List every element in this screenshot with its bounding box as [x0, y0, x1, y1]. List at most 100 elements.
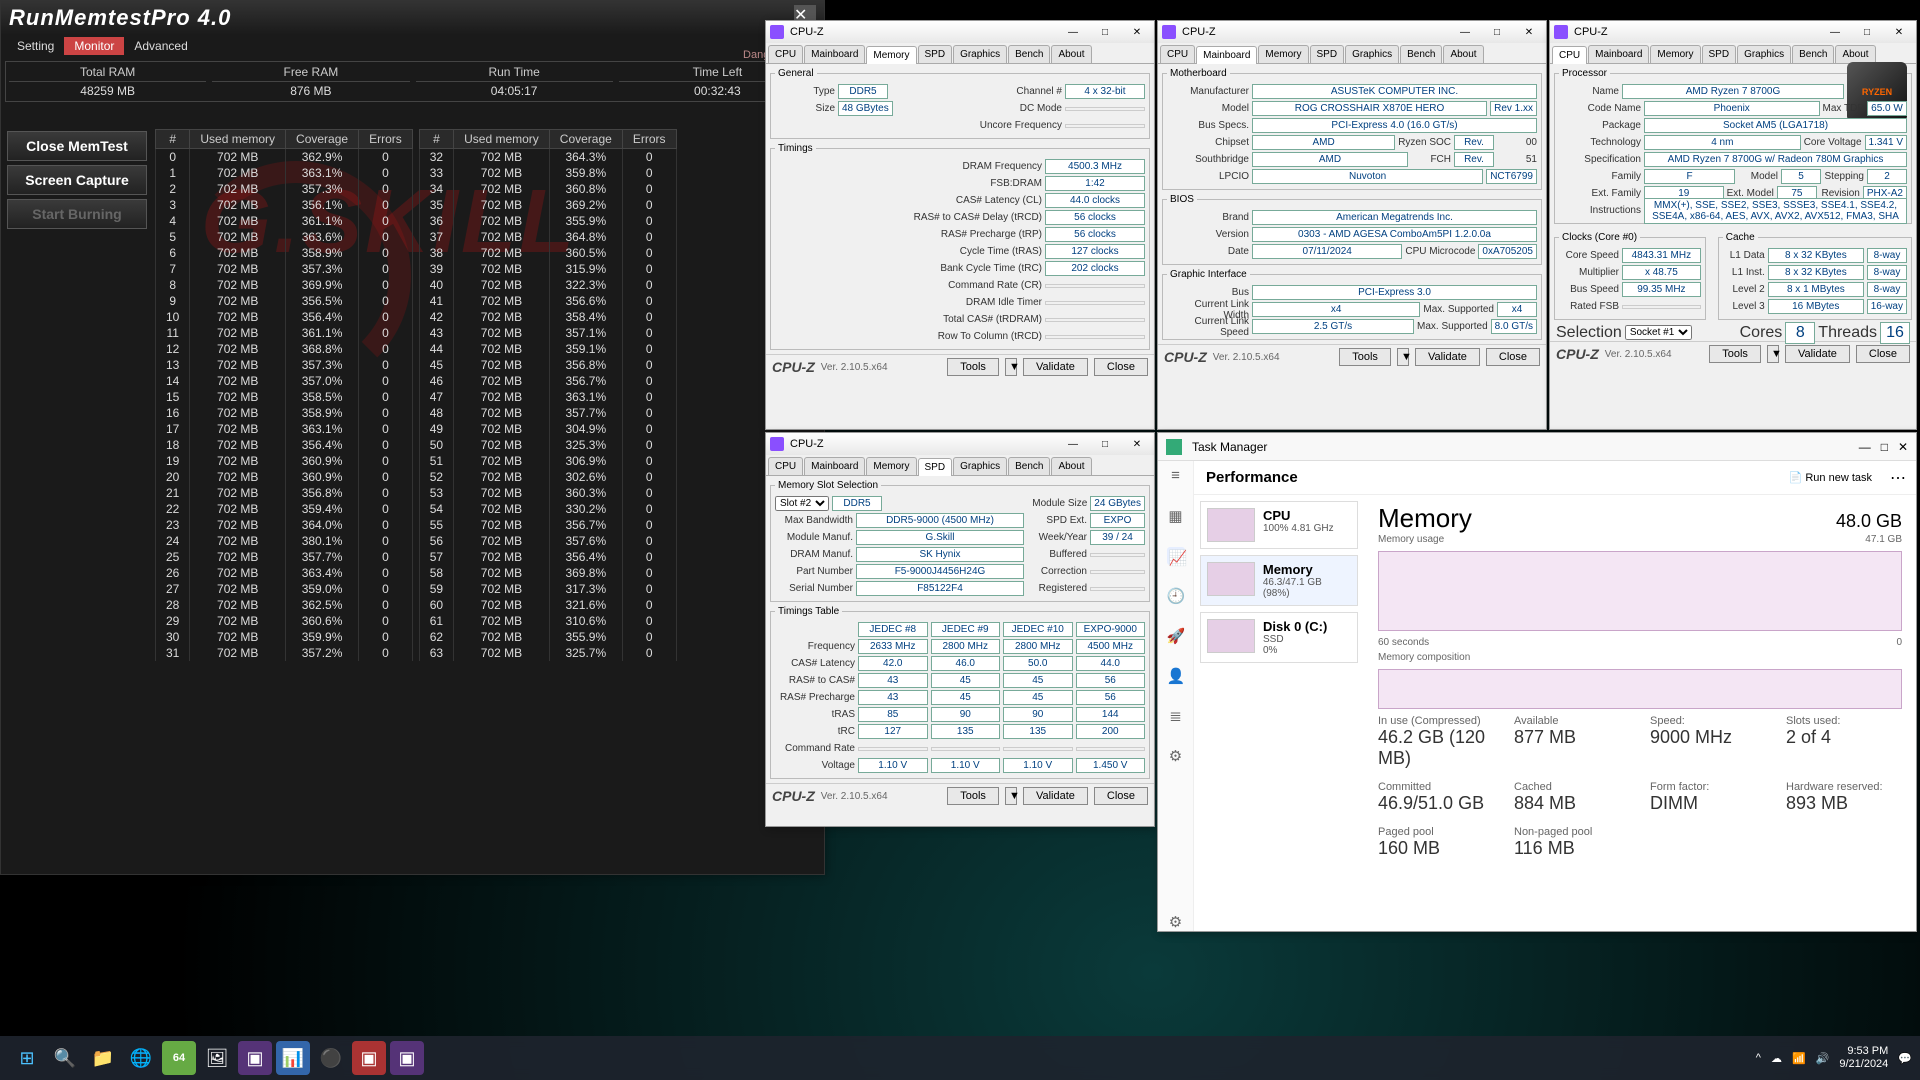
tab-bench[interactable]: Bench — [1400, 45, 1442, 63]
close-button[interactable]: Close — [1094, 787, 1148, 805]
tab-graphics[interactable]: Graphics — [1345, 45, 1399, 63]
titlebar[interactable]: CPU-Z — □ ✕ — [1550, 21, 1916, 43]
more-icon[interactable]: ⋯ — [1880, 464, 1916, 492]
tab-mainboard[interactable]: Mainboard — [804, 457, 865, 475]
tm-card-disk-0--c--[interactable]: Disk 0 (C:)SSD0% — [1200, 612, 1358, 663]
explorer-icon[interactable]: 📁 — [86, 1041, 120, 1075]
tools-dropdown-icon[interactable]: ▼ — [1767, 345, 1779, 363]
tab-mainboard[interactable]: Mainboard — [1588, 45, 1649, 63]
tab-spd[interactable]: SPD — [918, 45, 953, 63]
menu-setting[interactable]: Setting — [7, 37, 64, 55]
validate-button[interactable]: Validate — [1023, 787, 1088, 805]
minimize-icon[interactable]: — — [1060, 435, 1086, 453]
maximize-icon[interactable]: □ — [1092, 23, 1118, 41]
maximize-icon[interactable]: □ — [1484, 23, 1510, 41]
close-button[interactable]: Close — [1486, 348, 1540, 366]
titlebar[interactable]: Task Manager — □ ✕ — [1158, 433, 1916, 461]
tab-memory[interactable]: Memory — [866, 457, 916, 475]
tab-about[interactable]: About — [1835, 45, 1875, 63]
tools-button[interactable]: Tools — [947, 358, 999, 376]
tm-card-cpu[interactable]: CPU100% 4.81 GHz — [1200, 501, 1358, 549]
close-icon[interactable]: ✕ — [1516, 23, 1542, 41]
slot-select[interactable]: Slot #2 — [775, 496, 829, 511]
close-memtest-button[interactable]: Close MemTest — [7, 131, 147, 161]
validate-button[interactable]: Validate — [1023, 358, 1088, 376]
tab-memory[interactable]: Memory — [1650, 45, 1700, 63]
tools-dropdown-icon[interactable]: ▼ — [1005, 787, 1017, 805]
search-icon[interactable]: 🔍 — [48, 1041, 82, 1075]
app-icon-4[interactable]: ▣ — [390, 1041, 424, 1075]
hamburger-icon[interactable]: ≡ — [1167, 467, 1185, 485]
tm-card-memory[interactable]: Memory46.3/47.1 GB (98%) — [1200, 555, 1358, 606]
tools-dropdown-icon[interactable]: ▼ — [1005, 358, 1017, 376]
close-icon[interactable]: ✕ — [1886, 23, 1912, 41]
maximize-icon[interactable]: □ — [1881, 440, 1888, 454]
processes-icon[interactable]: ▦ — [1167, 507, 1185, 525]
startup-icon[interactable]: 🚀 — [1167, 627, 1185, 645]
socket-select[interactable]: Socket #1 — [1625, 325, 1692, 340]
tab-cpu[interactable]: CPU — [1160, 45, 1195, 63]
tab-spd[interactable]: SPD — [1310, 45, 1345, 63]
tab-spd[interactable]: SPD — [918, 458, 953, 476]
close-icon[interactable]: ✕ — [1124, 23, 1150, 41]
wifi-icon[interactable]: 📶 — [1792, 1052, 1806, 1065]
minimize-icon[interactable]: — — [1822, 23, 1848, 41]
history-icon[interactable]: 🕘 — [1167, 587, 1185, 605]
tab-mainboard[interactable]: Mainboard — [804, 45, 865, 63]
titlebar[interactable]: CPU-Z — □ ✕ — [766, 21, 1154, 43]
services-icon[interactable]: ⚙ — [1167, 747, 1185, 765]
tab-memory[interactable]: Memory — [1258, 45, 1308, 63]
tab-bench[interactable]: Bench — [1008, 457, 1050, 475]
users-icon[interactable]: 👤 — [1167, 667, 1185, 685]
close-icon[interactable]: ✕ — [1124, 435, 1150, 453]
tab-cpu[interactable]: CPU — [768, 457, 803, 475]
details-icon[interactable]: ≣ — [1167, 707, 1185, 725]
menu-advanced[interactable]: Advanced — [124, 37, 197, 55]
maximize-icon[interactable]: □ — [1092, 435, 1118, 453]
titlebar[interactable]: CPU-Z — □ ✕ — [1158, 21, 1546, 43]
tab-about[interactable]: About — [1051, 45, 1091, 63]
tab-bench[interactable]: Bench — [1792, 45, 1834, 63]
app-icon-2[interactable]: ⚫ — [314, 1041, 348, 1075]
tab-about[interactable]: About — [1443, 45, 1483, 63]
performance-icon[interactable]: 📈 — [1167, 547, 1185, 565]
aida64-icon[interactable]: 64 — [162, 1041, 196, 1075]
minimize-icon[interactable]: — — [1060, 23, 1086, 41]
hwinfo-icon[interactable]: 📊 — [276, 1041, 310, 1075]
close-icon[interactable]: ✕ — [1898, 440, 1908, 454]
clock[interactable]: 9:53 PM9/21/2024 — [1839, 1045, 1888, 1071]
onedrive-icon[interactable]: ☁ — [1771, 1052, 1782, 1065]
tab-cpu[interactable]: CPU — [1552, 46, 1587, 64]
tab-mainboard[interactable]: Mainboard — [1196, 46, 1257, 64]
tools-button[interactable]: Tools — [1339, 348, 1391, 366]
tab-bench[interactable]: Bench — [1008, 45, 1050, 63]
screen-capture-button[interactable]: Screen Capture — [7, 165, 147, 195]
tools-button[interactable]: Tools — [947, 787, 999, 805]
tray-expand-icon[interactable]: ^ — [1756, 1052, 1761, 1064]
start-button[interactable]: ⊞ — [10, 1041, 44, 1075]
tab-cpu[interactable]: CPU — [768, 45, 803, 63]
settings-icon[interactable]: ⚙ — [1167, 913, 1185, 931]
tab-graphics[interactable]: Graphics — [953, 457, 1007, 475]
validate-button[interactable]: Validate — [1415, 348, 1480, 366]
tab-graphics[interactable]: Graphics — [953, 45, 1007, 63]
edge-icon[interactable]: 🌐 — [124, 1041, 158, 1075]
tab-spd[interactable]: SPD — [1702, 45, 1737, 63]
app-icon-1[interactable]: ▣ — [238, 1041, 272, 1075]
menu-monitor[interactable]: Monitor — [64, 37, 124, 55]
titlebar[interactable]: CPU-Z — □ ✕ — [766, 433, 1154, 455]
tab-about[interactable]: About — [1051, 457, 1091, 475]
tab-graphics[interactable]: Graphics — [1737, 45, 1791, 63]
photos-icon[interactable]: 🖼 — [200, 1041, 234, 1075]
close-button[interactable]: Close — [1094, 358, 1148, 376]
notifications-icon[interactable]: 💬 — [1898, 1052, 1912, 1065]
run-new-task-button[interactable]: 📄 Run new task — [1781, 467, 1880, 488]
tools-button[interactable]: Tools — [1709, 345, 1761, 363]
app-icon-3[interactable]: ▣ — [352, 1041, 386, 1075]
close-button[interactable]: Close — [1856, 345, 1910, 363]
validate-button[interactable]: Validate — [1785, 345, 1850, 363]
tools-dropdown-icon[interactable]: ▼ — [1397, 348, 1409, 366]
maximize-icon[interactable]: □ — [1854, 23, 1880, 41]
minimize-icon[interactable]: — — [1859, 440, 1871, 454]
volume-icon[interactable]: 🔊 — [1816, 1052, 1830, 1065]
